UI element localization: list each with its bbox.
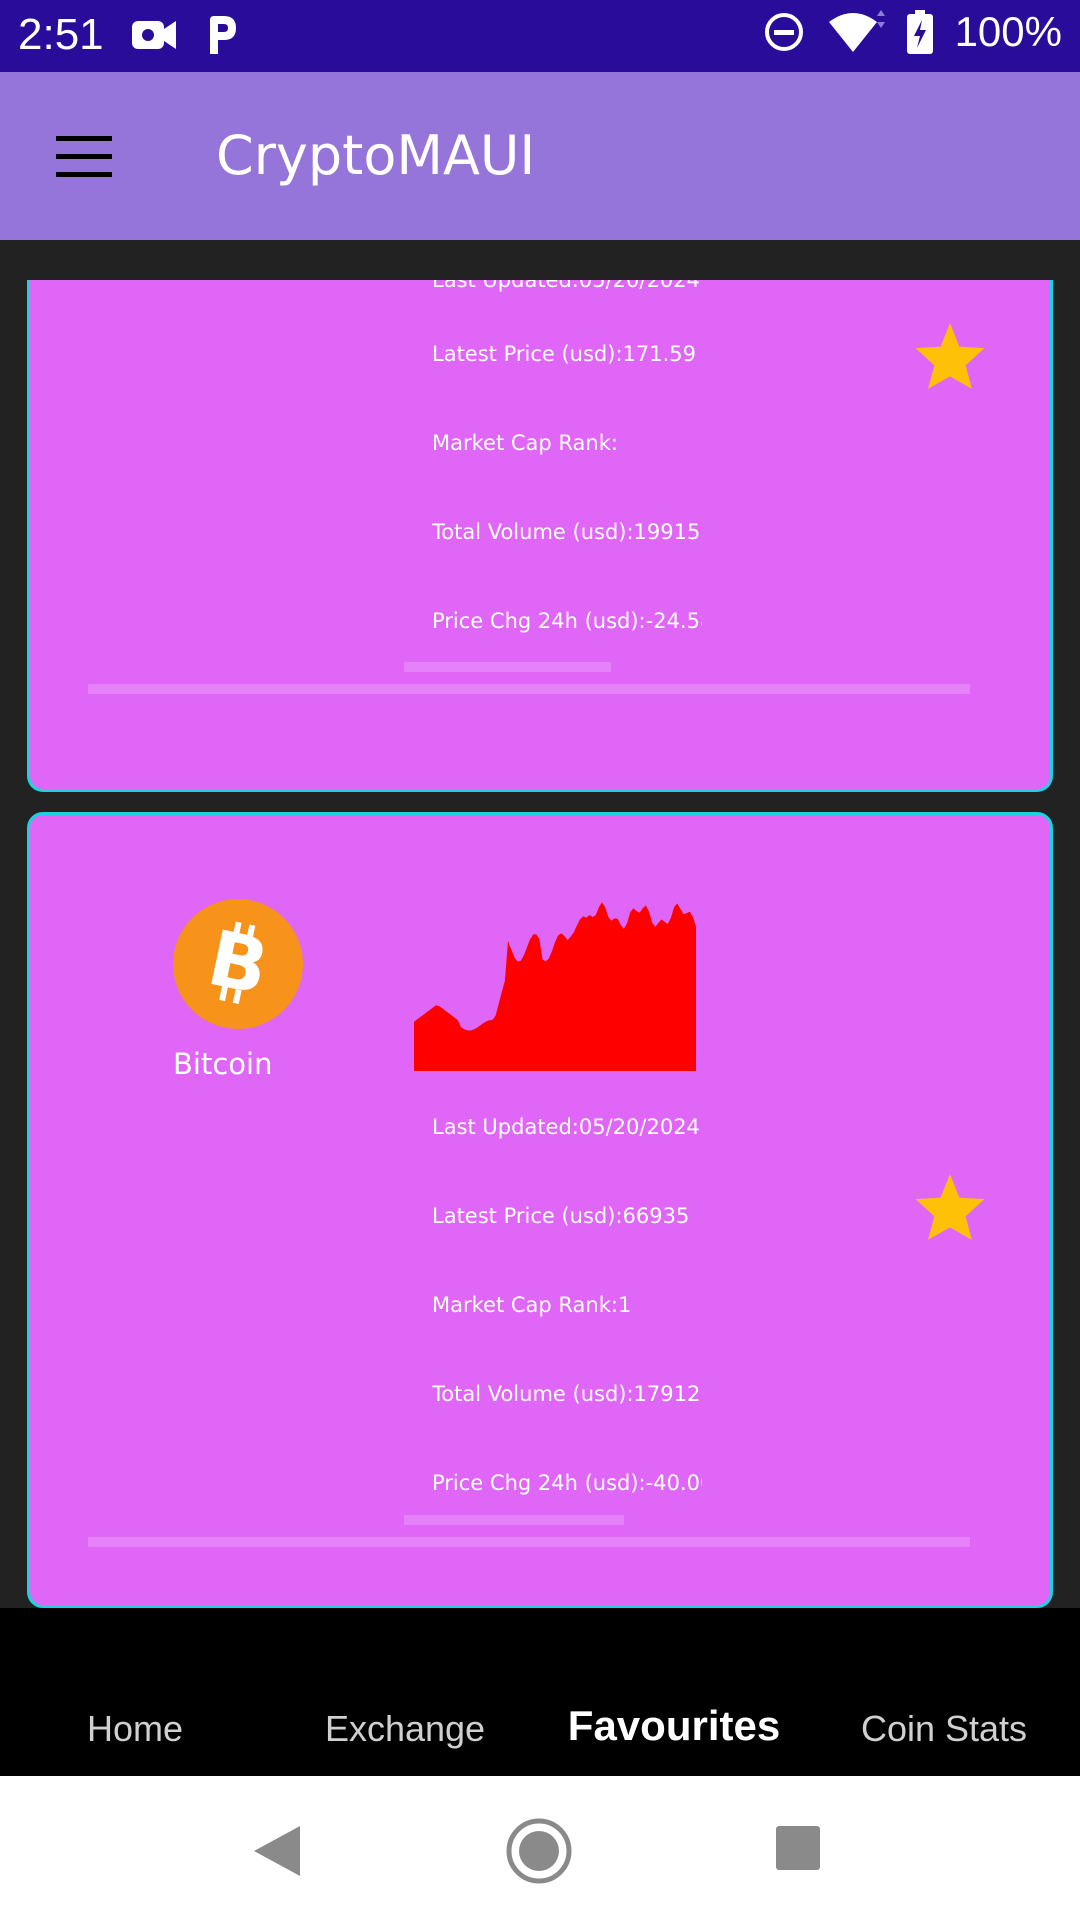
inner-scrollbar[interactable]: [404, 1515, 624, 1525]
coin-card[interactable]: Last Updated:05/20/2024 06 Latest Price …: [27, 280, 1053, 792]
market-cap-rank-text: Market Cap Rank:: [432, 431, 618, 455]
battery-charging-icon: [906, 10, 933, 54]
coin-card-bitcoin[interactable]: B Bitcoin Last Updated:05/20/2024 06 Lat…: [27, 812, 1053, 1608]
status-bar: 2:51 100%: [0, 0, 1080, 72]
favourites-list[interactable]: Last Updated:05/20/2024 06 Latest Price …: [0, 240, 1080, 1608]
recents-square-icon[interactable]: [774, 1824, 822, 1872]
last-updated-text: Last Updated:05/20/2024 06: [432, 280, 702, 292]
total-volume-text: Total Volume (usd):1791256: [432, 1382, 702, 1406]
p-app-icon: [210, 16, 236, 54]
do-not-disturb-icon: [764, 13, 803, 51]
tab-exchange[interactable]: Exchange: [310, 1708, 500, 1750]
last-updated-text: Last Updated:05/20/2024 06: [432, 1115, 702, 1139]
coin-name: Bitcoin: [173, 1047, 273, 1081]
system-nav-bar: [0, 1776, 1080, 1920]
latest-price-text: Latest Price (usd):171.59: [432, 342, 696, 366]
battery-percentage: 100%: [954, 8, 1062, 55]
price-sparkline: [414, 902, 696, 1071]
star-icon[interactable]: [912, 1171, 988, 1243]
tab-coin-stats[interactable]: Coin Stats: [852, 1708, 1036, 1750]
horizontal-scrollbar[interactable]: [88, 1537, 970, 1547]
total-volume-text: Total Volume (usd):199155: [432, 520, 702, 544]
price-change-text: Price Chg 24h (usd):-40.0086: [432, 1471, 702, 1495]
market-cap-rank-text: Market Cap Rank:1: [432, 1293, 632, 1317]
tab-favourites[interactable]: Favourites: [564, 1702, 784, 1750]
bitcoin-icon: B: [173, 899, 303, 1029]
wifi-icon: [828, 10, 885, 52]
horizontal-scrollbar[interactable]: [88, 684, 970, 694]
status-time: 2:51: [18, 10, 104, 59]
latest-price-text: Latest Price (usd):66935: [432, 1204, 690, 1228]
tab-home[interactable]: Home: [60, 1708, 210, 1750]
star-icon[interactable]: [912, 320, 988, 392]
price-change-text: Price Chg 24h (usd):-24.5838: [432, 609, 702, 633]
video-camera-icon: [132, 21, 176, 49]
hamburger-icon[interactable]: [56, 136, 112, 178]
back-triangle-icon[interactable]: [252, 1824, 302, 1878]
home-circle-icon[interactable]: [504, 1816, 574, 1886]
bottom-nav: Home Exchange Favourites Coin Stats: [0, 1608, 1080, 1776]
app-bar: CryptoMAUI: [0, 72, 1080, 240]
app-title: CryptoMAUI: [216, 124, 536, 187]
inner-scrollbar[interactable]: [404, 662, 611, 672]
